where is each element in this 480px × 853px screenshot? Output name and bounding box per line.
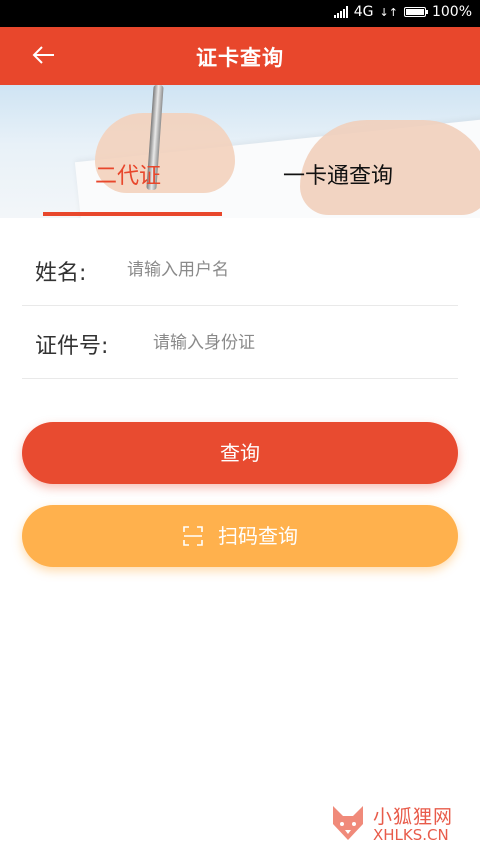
page-title: 证卡查询: [196, 46, 284, 70]
signal-icon: [333, 6, 348, 18]
name-input[interactable]: [125, 253, 449, 287]
data-activity-icon: ↓↑: [379, 5, 398, 19]
fox-logo-icon: [333, 806, 363, 840]
query-button[interactable]: 查询: [22, 422, 458, 484]
header-banner: 二代证 一卡通查询: [0, 85, 480, 218]
watermark-text-cn: 小狐狸网: [373, 806, 454, 828]
id-label: 证件号:: [35, 334, 109, 359]
active-tab-indicator: [43, 212, 222, 216]
battery-icon: [403, 7, 428, 17]
app-bar: 证卡查询: [0, 27, 480, 85]
scan-query-button[interactable]: 扫码查询: [22, 505, 458, 567]
tab-second-gen-id[interactable]: 二代证: [95, 158, 161, 190]
tab-bar: 二代证 一卡通查询: [0, 85, 480, 218]
status-bar: 4G ↓↑ 100%: [0, 0, 480, 27]
scan-icon: [183, 526, 203, 546]
watermark-text-en: XHLKS.CN: [373, 826, 449, 844]
network-type: 4G: [353, 4, 374, 20]
scan-button-label: 扫码查询: [218, 524, 298, 548]
tab-one-card-query[interactable]: 一卡通查询: [283, 158, 393, 190]
query-button-label: 查询: [220, 441, 260, 465]
status-icons: 4G ↓↑ 100%: [333, 4, 472, 20]
id-number-input[interactable]: [151, 326, 445, 360]
name-label: 姓名:: [35, 261, 87, 286]
name-row: 姓名:: [22, 233, 458, 306]
battery-percent: 100%: [431, 4, 472, 20]
id-row: 证件号:: [22, 306, 458, 379]
watermark-logo: 小狐狸网 XHLKS.CN: [327, 800, 472, 848]
